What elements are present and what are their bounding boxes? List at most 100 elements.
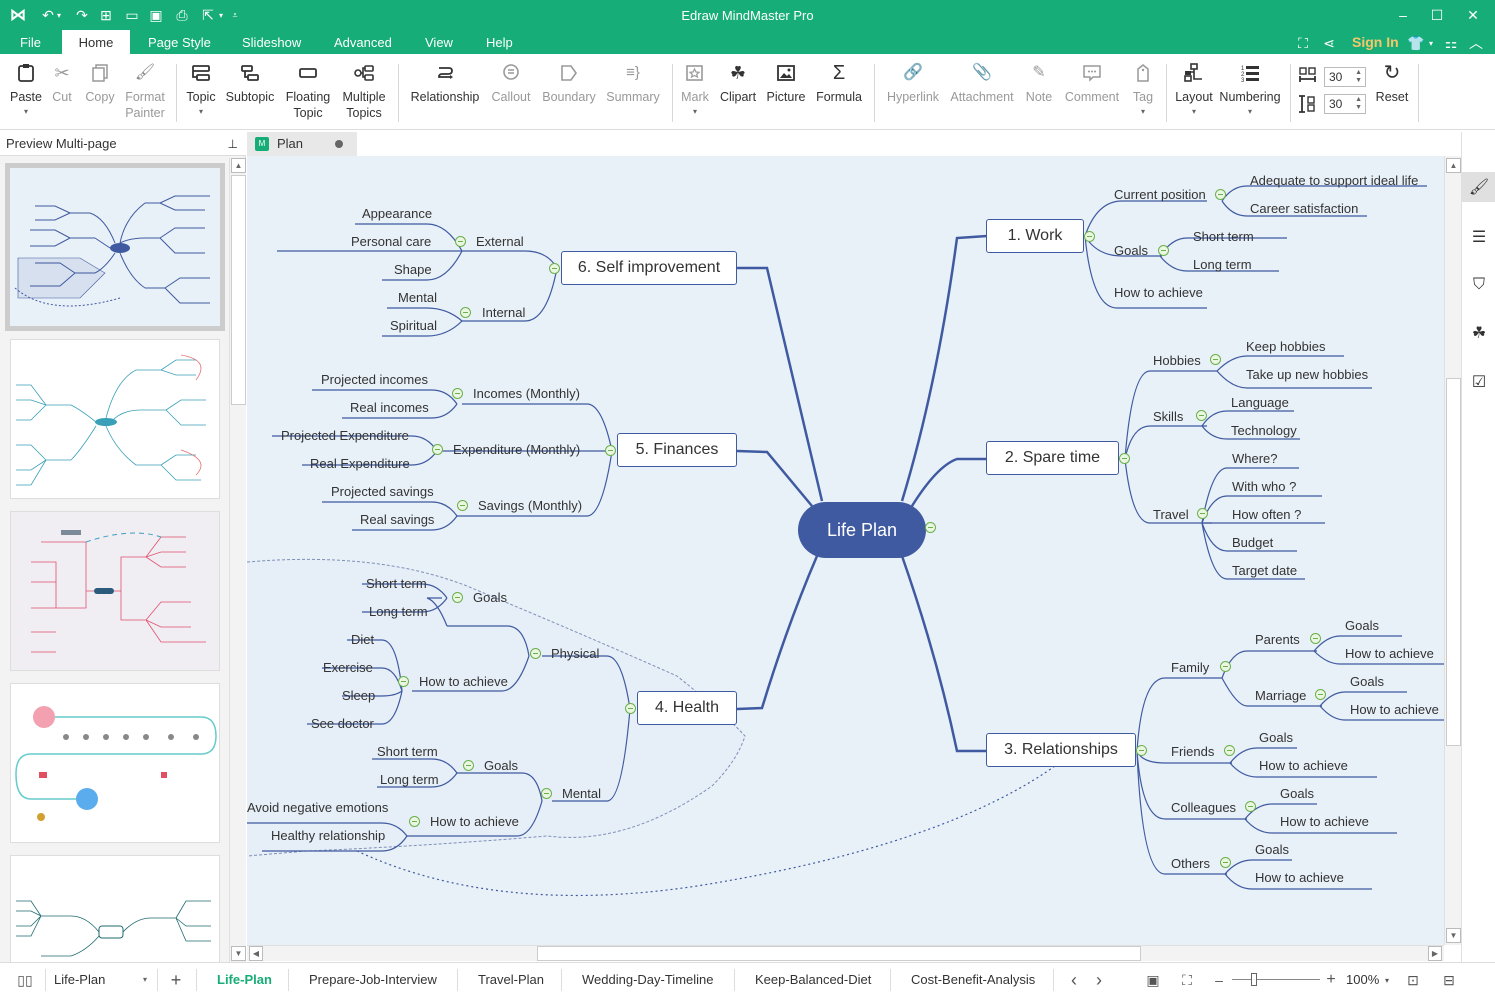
paste-dropdown-icon[interactable]: ▾ (24, 107, 28, 117)
subtopic[interactable]: Family (1171, 660, 1209, 676)
collapse-icon[interactable] (1197, 508, 1208, 519)
fit-width-icon[interactable]: ⊟ (1440, 970, 1458, 990)
subtopic[interactable]: Long term (1193, 257, 1252, 273)
close-icon[interactable]: ✕ (1458, 4, 1488, 26)
subtopic[interactable]: Shape (394, 262, 432, 278)
collapse-icon[interactable] (463, 760, 474, 771)
tag-button[interactable]: Tag ▾ (1128, 62, 1158, 117)
collapse-icon[interactable] (549, 263, 560, 274)
minimize-icon[interactable]: – (1388, 4, 1418, 26)
picture-button[interactable]: Picture (764, 62, 808, 105)
subtopic[interactable]: Healthy relationship (271, 828, 385, 844)
subtopic[interactable]: Parents (1255, 632, 1300, 648)
subtopic[interactable]: Mental (562, 786, 601, 802)
subtopic[interactable]: How to achieve (419, 674, 508, 690)
subtopic[interactable]: Real Expenditure (310, 456, 410, 472)
canvas-vscroll-thumb[interactable] (1446, 378, 1461, 746)
subtopic[interactable]: How to achieve (1114, 285, 1203, 301)
relationship-button[interactable]: Relationship (408, 62, 482, 105)
subtopic[interactable]: Exercise (323, 660, 373, 676)
pin-icon[interactable]: ⊥ (228, 132, 238, 156)
attachment-button[interactable]: 📎 Attachment (948, 62, 1016, 105)
add-page-icon[interactable]: + (166, 970, 186, 990)
subtopic[interactable]: Language (1231, 395, 1289, 411)
tab-file[interactable]: File (8, 30, 53, 54)
page-tab-travel-plan[interactable]: Travel-Plan (478, 972, 544, 987)
canvas-hscroll-thumb[interactable] (537, 946, 1141, 961)
callout-button[interactable]: Callout (488, 62, 534, 105)
subtopic[interactable]: Where? (1232, 451, 1278, 467)
canvas-vertical-scrollbar[interactable]: ▲ ▼ (1444, 156, 1461, 945)
fit-selection-icon[interactable]: ⊡ (1404, 970, 1422, 990)
collapse-icon[interactable] (1119, 453, 1130, 464)
collapse-icon[interactable] (605, 445, 616, 456)
reset-button[interactable]: ↻ Reset (1374, 62, 1410, 105)
subtopic[interactable]: Others (1171, 856, 1210, 872)
page-tab-life-plan[interactable]: Life-Plan (217, 972, 272, 987)
apps-icon[interactable]: ⚏ (1442, 33, 1460, 53)
zoom-out-icon[interactable]: – (1212, 970, 1226, 990)
subtopic[interactable]: Short term (377, 744, 438, 760)
page-tab-wedding-day-timeline[interactable]: Wedding-Day-Timeline (582, 972, 714, 987)
tab-advanced[interactable]: Advanced (322, 30, 404, 54)
collapse-icon[interactable] (1245, 801, 1256, 812)
page-thumbnail-travel-plan[interactable] (10, 511, 220, 671)
fullscreen-view-icon[interactable]: ⛶ (1178, 970, 1196, 990)
subtopic[interactable]: Goals (1114, 243, 1148, 259)
subtopic[interactable]: Real savings (360, 512, 434, 528)
collapse-icon[interactable] (452, 388, 463, 399)
subtopic[interactable]: How to achieve (1350, 702, 1439, 718)
collapse-icon[interactable] (457, 500, 468, 511)
main-topic-work[interactable]: 1. Work (986, 219, 1084, 253)
outline-list-icon[interactable]: ☰ (1462, 222, 1495, 252)
theme-icon[interactable]: 👕 (1406, 33, 1426, 53)
page-thumbnail-life-plan[interactable] (5, 163, 225, 331)
maximize-icon[interactable]: ☐ (1422, 4, 1452, 26)
hyperlink-button[interactable]: 🔗 Hyperlink (884, 62, 942, 105)
topic-dropdown-icon[interactable]: ▾ (199, 107, 203, 117)
subtopic[interactable]: Goals (484, 758, 518, 774)
collapse-icon[interactable] (452, 592, 463, 603)
share-icon[interactable]: ⋖ (1320, 33, 1338, 53)
scroll-down-icon[interactable]: ▼ (1446, 928, 1461, 943)
collapse-icon[interactable] (1196, 410, 1207, 421)
numbering-dropdown-icon[interactable]: ▾ (1248, 107, 1252, 117)
subtopic[interactable]: Goals (1280, 786, 1314, 802)
subtopic[interactable]: Appearance (362, 206, 432, 222)
main-topic-finances[interactable]: 5. Finances (617, 433, 737, 467)
tab-home[interactable]: Home (62, 30, 130, 54)
subtopic[interactable]: Short term (1193, 229, 1254, 245)
subtopic[interactable]: Goals (1350, 674, 1384, 690)
subtopic[interactable]: Target date (1232, 563, 1297, 579)
preview-scrollbar[interactable]: ▲ ▼ (229, 158, 246, 962)
subtopic[interactable]: Goals (1255, 842, 1289, 858)
page-select-dropdown[interactable]: Life-Plan ▾ (48, 969, 153, 991)
note-button[interactable]: ✎ Note (1022, 62, 1056, 105)
boundary-button[interactable]: Boundary (540, 62, 598, 105)
horizontal-spacing-input[interactable]: 30 ▲ ▼ (1324, 67, 1366, 87)
next-page-icon[interactable]: › (1091, 970, 1107, 990)
subtopic[interactable]: Personal care (351, 234, 431, 250)
canvas-horizontal-scrollbar[interactable]: ◀ ▶ (247, 945, 1444, 961)
main-topic-spare-time[interactable]: 2. Spare time (986, 441, 1119, 475)
document-tab-plan[interactable]: M Plan (247, 132, 357, 156)
scroll-up-icon[interactable]: ▲ (231, 158, 246, 173)
format-brush-icon[interactable]: 🖌 (1462, 172, 1495, 202)
subtopic[interactable]: Incomes (Monthly) (473, 386, 580, 402)
main-topic-self-improvement[interactable]: 6. Self improvement (561, 251, 737, 285)
subtopic[interactable]: Travel (1153, 507, 1189, 523)
clipart-button[interactable]: ☘ Clipart (716, 62, 760, 105)
tab-help[interactable]: Help (474, 30, 525, 54)
format-painter-button[interactable]: 🖌 Format Painter (123, 62, 167, 121)
subtopic[interactable]: Marriage (1255, 688, 1306, 704)
cut-button[interactable]: ✂ Cut (48, 62, 76, 105)
subtopic[interactable]: Avoid negative emotions (247, 800, 388, 816)
subtopic[interactable]: Technology (1231, 423, 1297, 439)
subtopic[interactable]: How to achieve (430, 814, 519, 830)
layout-button[interactable]: Layout ▾ (1172, 62, 1216, 117)
collapse-icon[interactable] (1084, 231, 1095, 242)
subtopic[interactable]: Career satisfaction (1250, 201, 1358, 217)
theme-dropdown-icon[interactable]: ▾ (1426, 33, 1436, 53)
formula-button[interactable]: Σ Formula (814, 62, 864, 105)
collapse-icon[interactable] (1310, 633, 1321, 644)
